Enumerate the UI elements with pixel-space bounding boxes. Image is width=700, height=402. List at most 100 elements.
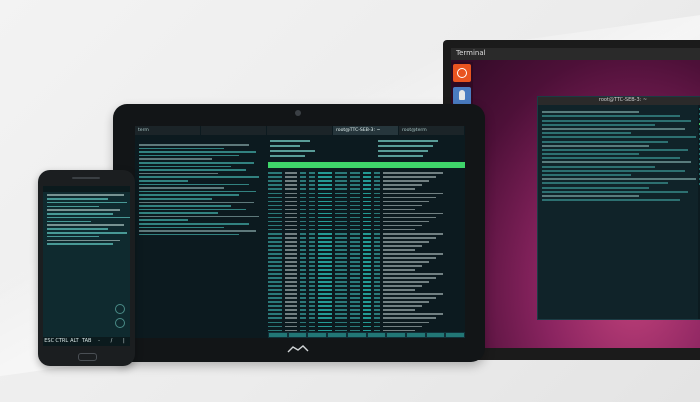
meter-line bbox=[378, 155, 423, 157]
function-key[interactable] bbox=[387, 333, 405, 337]
process-row[interactable] bbox=[268, 313, 465, 316]
home-button[interactable] bbox=[78, 353, 97, 361]
tab[interactable] bbox=[267, 126, 333, 135]
tab[interactable]: term bbox=[135, 126, 201, 135]
meter-line bbox=[270, 145, 300, 147]
process-row[interactable] bbox=[268, 208, 465, 211]
process-row[interactable] bbox=[268, 297, 465, 299]
process-row[interactable] bbox=[268, 269, 465, 271]
process-row[interactable] bbox=[268, 236, 465, 239]
process-row[interactable] bbox=[268, 184, 465, 187]
terminal-titlebar[interactable]: root@TTC-SEB-3: ~ bbox=[538, 97, 700, 105]
desktop-terminal-window[interactable]: root@TTC-SEB-3: ~ bbox=[537, 96, 700, 320]
process-row[interactable] bbox=[268, 248, 465, 251]
extra-key[interactable]: | bbox=[118, 337, 130, 346]
terminal-line bbox=[542, 169, 685, 172]
process-row[interactable] bbox=[268, 309, 465, 312]
function-key[interactable] bbox=[328, 333, 346, 337]
process-row[interactable] bbox=[268, 200, 465, 203]
process-row[interactable] bbox=[268, 293, 465, 295]
terminal-line bbox=[542, 199, 680, 202]
process-row[interactable] bbox=[268, 240, 465, 243]
function-key[interactable] bbox=[269, 333, 287, 337]
process-row[interactable] bbox=[268, 180, 465, 183]
process-row[interactable] bbox=[268, 273, 465, 275]
process-row[interactable] bbox=[268, 285, 465, 287]
process-row[interactable] bbox=[268, 212, 465, 215]
function-key[interactable] bbox=[288, 333, 307, 337]
tab[interactable] bbox=[201, 126, 267, 135]
ubuntu-icon[interactable] bbox=[453, 64, 471, 82]
terminal-line bbox=[542, 182, 669, 185]
process-row[interactable] bbox=[268, 188, 465, 191]
process-row[interactable] bbox=[268, 176, 465, 179]
terminal-line bbox=[47, 235, 100, 238]
terminal-line bbox=[542, 161, 692, 164]
process-row[interactable] bbox=[268, 289, 465, 291]
menu-toggle-icon[interactable] bbox=[115, 318, 125, 328]
terminal-line bbox=[47, 213, 114, 215]
meter-line bbox=[378, 140, 438, 142]
app-icon[interactable] bbox=[453, 87, 471, 105]
terminal-line bbox=[542, 127, 685, 130]
extra-key[interactable]: / bbox=[105, 337, 117, 346]
keyboard-toggle-icon[interactable] bbox=[115, 304, 125, 314]
extra-key[interactable]: CTRL bbox=[55, 337, 68, 346]
process-row[interactable] bbox=[268, 317, 465, 320]
process-row[interactable] bbox=[268, 265, 465, 267]
tab[interactable]: root@TTC-SEB-3: ~ bbox=[333, 126, 399, 135]
terminal-line bbox=[542, 119, 692, 122]
terminal-line bbox=[139, 179, 188, 182]
process-row[interactable] bbox=[268, 325, 465, 328]
extra-key[interactable]: ALT bbox=[68, 337, 80, 346]
process-row[interactable] bbox=[268, 172, 465, 175]
process-row[interactable] bbox=[268, 321, 465, 324]
home-icon[interactable] bbox=[287, 344, 309, 354]
process-row[interactable] bbox=[268, 252, 465, 255]
process-row[interactable] bbox=[268, 305, 465, 308]
process-row[interactable] bbox=[268, 244, 465, 247]
process-row[interactable] bbox=[268, 196, 465, 199]
terminal-line bbox=[139, 154, 240, 157]
terminal-line bbox=[542, 123, 656, 126]
function-key[interactable] bbox=[367, 333, 386, 337]
terminal-line bbox=[139, 158, 213, 160]
function-key[interactable] bbox=[446, 333, 465, 337]
terminal-line bbox=[47, 224, 124, 227]
process-row[interactable] bbox=[268, 257, 465, 259]
panel-title: Terminal bbox=[456, 49, 486, 57]
terminal-line bbox=[542, 132, 632, 135]
process-row[interactable] bbox=[268, 224, 465, 227]
extra-key[interactable]: ESC bbox=[43, 337, 55, 346]
terminal-line bbox=[47, 205, 100, 208]
function-key[interactable] bbox=[426, 333, 445, 337]
extra-key[interactable]: - bbox=[93, 337, 105, 346]
extra-key[interactable]: TAB bbox=[81, 337, 93, 346]
terminal-line bbox=[139, 161, 254, 164]
process-row[interactable] bbox=[268, 329, 465, 332]
process-row[interactable] bbox=[268, 232, 465, 235]
process-row[interactable] bbox=[268, 216, 465, 219]
function-key[interactable] bbox=[308, 333, 327, 337]
process-row[interactable] bbox=[268, 220, 465, 223]
function-key[interactable] bbox=[347, 333, 366, 337]
process-list[interactable] bbox=[268, 170, 465, 332]
htop-pane bbox=[268, 138, 465, 338]
terminal-line bbox=[542, 186, 649, 189]
process-row[interactable] bbox=[268, 277, 465, 279]
process-row[interactable] bbox=[268, 192, 465, 195]
status-bar bbox=[43, 186, 130, 192]
process-row[interactable] bbox=[268, 281, 465, 283]
phone-device: ESC CTRL ALT TAB - / | bbox=[38, 170, 135, 366]
tab[interactable]: root@term bbox=[399, 126, 465, 135]
process-row[interactable] bbox=[268, 261, 465, 263]
process-row[interactable] bbox=[268, 228, 465, 231]
function-key[interactable] bbox=[406, 333, 425, 337]
terminal-line bbox=[47, 220, 91, 223]
process-row[interactable] bbox=[268, 204, 465, 207]
meter-line bbox=[270, 140, 310, 142]
terminal-title: root@TTC-SEB-3: ~ bbox=[598, 97, 648, 103]
terminal-line bbox=[139, 226, 225, 229]
process-row[interactable] bbox=[268, 301, 465, 304]
htop-function-bar[interactable] bbox=[268, 332, 465, 338]
